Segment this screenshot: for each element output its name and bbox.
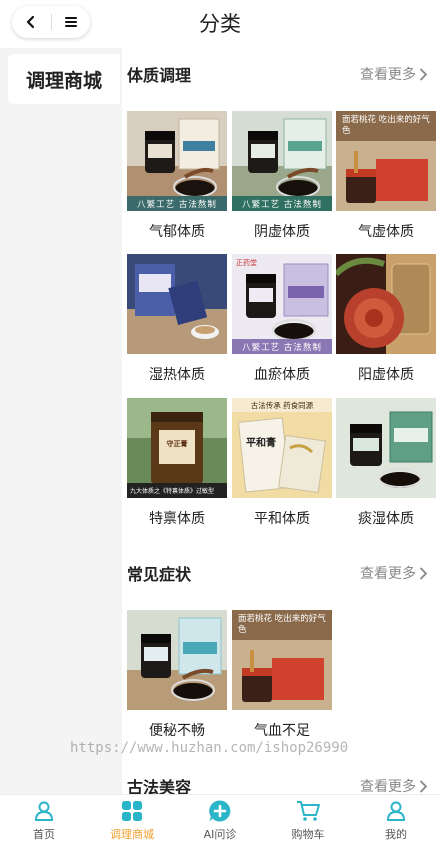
sidebar-item-tiaoli-shop[interactable]: 调理商城 — [8, 54, 120, 104]
product-label: 痰湿体质 — [358, 511, 414, 527]
product-image: 古法传承 药食同源 平和膏 — [232, 398, 332, 498]
tab-label: AI问诊 — [203, 828, 237, 841]
product-tile[interactable]: 正药堂 八繁工艺 古法熬制 血瘀体质 — [232, 254, 332, 384]
product-image — [336, 254, 436, 354]
product-label: 血瘀体质 — [254, 367, 310, 383]
view-more-link[interactable]: 查看更多 — [360, 64, 428, 84]
view-more-link[interactable]: 查看更多 — [360, 776, 428, 794]
section-title: 体质调理 — [127, 66, 192, 85]
image-caption: 八繁工艺 古法熬制 — [127, 196, 227, 211]
bottom-tab-bar: 首页 调理商城 AI问诊 购物车 我的 — [0, 794, 440, 842]
product-image — [336, 398, 436, 498]
view-more-label: 查看更多 — [360, 779, 416, 794]
product-tile[interactable]: 湿热体质 — [127, 254, 227, 384]
product-tile[interactable]: 守正膏 九大体质之《特禀体质》过敏型 特禀体质 — [127, 398, 227, 528]
product-tile[interactable]: 便秘不畅 — [127, 610, 227, 740]
brand-label: 正药堂 — [236, 259, 257, 267]
section-header: 体质调理 查看更多 — [122, 58, 440, 88]
tab-mine[interactable]: 我的 — [352, 795, 440, 842]
tab-tiaoli-shop[interactable]: 调理商城 — [88, 795, 176, 842]
product-image: 守正膏 九大体质之《特禀体质》过敏型 — [127, 398, 227, 498]
back-button[interactable] — [12, 6, 51, 38]
product-label: 气虚体质 — [358, 224, 414, 240]
person-icon — [32, 799, 56, 823]
product-tile[interactable]: 八繁工艺 古法熬制 气郁体质 — [127, 111, 227, 241]
view-more-label: 查看更多 — [360, 566, 416, 582]
cart-icon — [296, 799, 320, 823]
product-label: 阳虚体质 — [358, 367, 414, 383]
product-image: 正药堂 八繁工艺 古法熬制 — [232, 254, 332, 354]
tab-label: 我的 — [385, 828, 407, 841]
product-tile[interactable]: 八繁工艺 古法熬制 阴虚体质 — [232, 111, 332, 241]
chevron-right-icon — [420, 780, 428, 792]
product-image: 八繁工艺 古法熬制 — [232, 111, 332, 211]
image-banner: 古法传承 药食同源 — [250, 401, 314, 410]
grid-icon — [120, 799, 144, 823]
view-more-link[interactable]: 查看更多 — [360, 563, 428, 583]
chevron-left-icon — [27, 15, 35, 29]
product-label: 便秘不畅 — [149, 723, 205, 739]
product-image: 面若桃花 吃出来的好气色 — [232, 610, 332, 710]
tab-label: 首页 — [33, 828, 55, 841]
product-tile[interactable]: 面若桃花 吃出来的好气色 气血不足 — [232, 610, 332, 740]
product-label: 阴虚体质 — [254, 224, 310, 240]
product-image — [127, 610, 227, 710]
menu-icon — [64, 17, 77, 27]
view-more-label: 查看更多 — [360, 67, 416, 83]
category-content: 体质调理 查看更多 八繁工艺 古法熬制 气郁体质 八繁工艺 古法熬制 阴虚体质 … — [122, 48, 440, 794]
product-tile[interactable]: 面若桃花 吃出来的好气色 气虚体质 — [336, 111, 436, 241]
product-label: 气血不足 — [254, 723, 310, 739]
product-label: 气郁体质 — [149, 224, 205, 240]
tab-home[interactable]: 首页 — [0, 795, 88, 842]
image-caption: 九大体质之《特禀体质》过敏型 — [127, 483, 227, 498]
chevron-right-icon — [420, 567, 428, 579]
header: 分类 — [0, 0, 440, 48]
tab-label: 调理商城 — [110, 828, 154, 841]
product-tile[interactable]: 痰湿体质 — [336, 398, 436, 528]
tab-ai-consult[interactable]: AI问诊 — [176, 795, 264, 842]
menu-button[interactable] — [51, 6, 90, 38]
product-label: 特禀体质 — [149, 511, 205, 527]
chevron-right-icon — [420, 68, 428, 80]
tab-cart[interactable]: 购物车 — [264, 795, 352, 842]
user-icon — [384, 799, 408, 823]
product-tile[interactable]: 古法传承 药食同源 平和膏 平和体质 — [232, 398, 332, 528]
section-header: 古法美容 查看更多 — [122, 770, 440, 794]
jar-label: 守正膏 — [166, 440, 188, 448]
image-caption: 面若桃花 吃出来的好气色 — [342, 115, 430, 136]
product-label: 湿热体质 — [149, 367, 205, 383]
section-title: 古法美容 — [127, 778, 192, 794]
jar-label: 平和膏 — [246, 438, 276, 449]
image-caption: 八繁工艺 古法熬制 — [232, 196, 332, 211]
section-header: 常见症状 查看更多 — [122, 557, 440, 587]
product-tile[interactable]: 阳虚体质 — [336, 254, 436, 384]
image-caption: 面若桃花 吃出来的好气色 — [238, 614, 326, 635]
sidebar: 调理商城 — [0, 48, 122, 794]
product-image: 面若桃花 吃出来的好气色 — [336, 111, 436, 211]
tab-label: 购物车 — [291, 828, 325, 841]
chat-plus-icon — [208, 799, 232, 823]
image-caption: 八繁工艺 古法熬制 — [232, 339, 332, 354]
nav-capsule — [12, 6, 90, 38]
product-image — [127, 254, 227, 354]
product-image: 八繁工艺 古法熬制 — [127, 111, 227, 211]
product-label: 平和体质 — [254, 511, 310, 527]
section-title: 常见症状 — [127, 565, 192, 584]
